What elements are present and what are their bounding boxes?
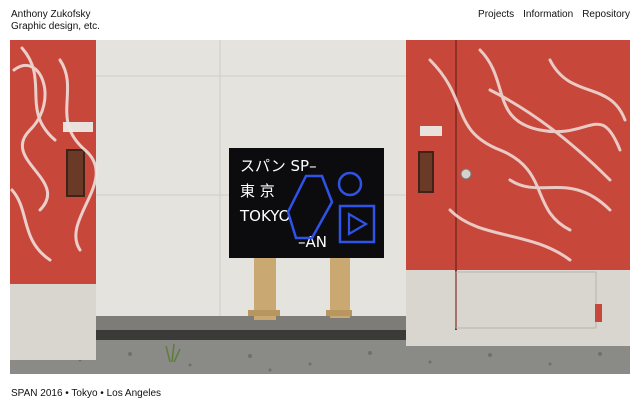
nav-repository[interactable]: Repository [582, 9, 630, 21]
span-sign: スパン SP– 東 京 TOKYO –AN [229, 148, 384, 258]
hero-photo: スパン SP– 東 京 TOKYO –AN [10, 40, 630, 374]
site-identity[interactable]: Anthony Zukofsky Graphic design, etc. [11, 9, 100, 33]
main-nav: Projects Information Repository [478, 9, 630, 21]
nav-information[interactable]: Information [523, 9, 573, 21]
site-name[interactable]: Anthony Zukofsky [11, 9, 100, 21]
site-header: Anthony Zukofsky Graphic design, etc. Pr… [11, 9, 630, 35]
hero-photo-illustration: スパン SP– 東 京 TOKYO –AN [10, 40, 630, 374]
right-door [406, 40, 630, 346]
sign-text-line1: スパン SP– [240, 157, 317, 175]
nav-projects[interactable]: Projects [478, 9, 514, 21]
sign-text-line2: 東 京 [240, 182, 275, 200]
sign-text-line3: TOKYO [239, 207, 290, 225]
left-door [10, 40, 98, 360]
project-caption: SPAN 2016 • Tokyo • Los Angeles [11, 388, 162, 399]
site-tagline: Graphic design, etc. [11, 21, 100, 32]
